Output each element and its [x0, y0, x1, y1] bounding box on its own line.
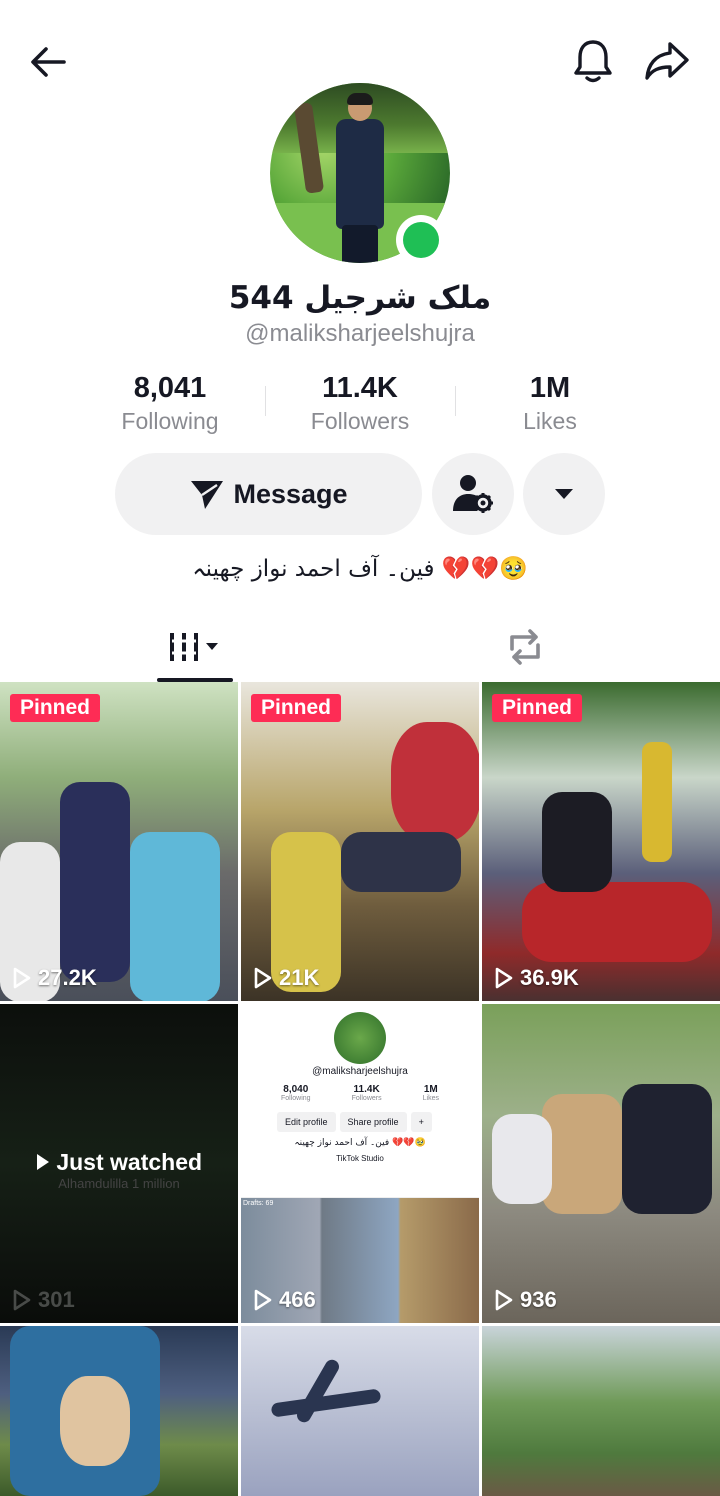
- view-count: 301: [12, 1287, 75, 1313]
- caret-down-icon: [555, 489, 573, 499]
- followers-label: Followers: [310, 408, 410, 434]
- message-button[interactable]: Message: [115, 453, 422, 535]
- profile-actions: Message: [115, 453, 605, 535]
- bio: فین۔ آف احمد نواز چھینہ 💔💔🥹: [192, 556, 528, 582]
- video-thumbnail[interactable]: Pinned 36.9K: [482, 682, 720, 1001]
- just-watched-label: Just watched: [0, 1149, 238, 1176]
- message-button-label: Message: [233, 478, 348, 509]
- play-outline-icon: [495, 967, 513, 989]
- tab-videos[interactable]: [150, 612, 240, 682]
- video-thumbnail[interactable]: [482, 1326, 720, 1496]
- video-thumbnail[interactable]: @maliksharjeelshujra 8,040 Following 11.4…: [241, 1004, 479, 1323]
- followers-count: 11.4K: [322, 372, 398, 404]
- view-count: 21K: [253, 965, 319, 991]
- more-options-button[interactable]: [523, 453, 605, 535]
- content-tabs: [0, 612, 720, 682]
- display-name: ملک شرجیل 544: [228, 280, 492, 316]
- notifications-button[interactable]: [566, 34, 620, 88]
- tab-reposts[interactable]: [480, 612, 570, 682]
- suggested-accounts-button[interactable]: [432, 453, 514, 535]
- play-outline-icon: [13, 967, 31, 989]
- likes-count: 1M: [529, 372, 571, 404]
- view-count: 466: [253, 1287, 316, 1313]
- video-thumbnail[interactable]: [241, 1326, 479, 1496]
- play-outline-icon: [495, 1289, 513, 1311]
- stat-divider: [265, 386, 266, 416]
- username: @maliksharjeelshujra: [245, 320, 475, 347]
- pinned-badge: Pinned: [10, 694, 101, 722]
- paper-plane-icon: [191, 481, 224, 509]
- mini-avatar: [334, 1012, 386, 1064]
- play-icon: [36, 1154, 49, 1170]
- video-grid: Pinned 27.2K Pinned 21K Pinned 36.9K Jus…: [0, 682, 720, 1496]
- view-count: 936: [494, 1287, 557, 1313]
- profile-stats: 8,041 Following 11.4K Followers 1M Likes: [75, 370, 645, 440]
- stat-divider: [455, 386, 456, 416]
- pinned-badge: Pinned: [251, 694, 342, 722]
- grid-bars-icon: [170, 633, 218, 661]
- video-thumbnail[interactable]: Pinned 27.2K: [0, 682, 238, 1001]
- repost-icon: [510, 629, 540, 665]
- view-count: 36.9K: [494, 965, 579, 991]
- video-thumbnail[interactable]: 936: [482, 1004, 720, 1323]
- video-caption: Alhamdulilla 1 million: [58, 1176, 180, 1191]
- video-thumbnail[interactable]: Just watched Alhamdulilla 1 million 301: [0, 1004, 238, 1323]
- following-stat[interactable]: 8,041 Following: [75, 370, 265, 440]
- play-outline-icon: [254, 1289, 272, 1311]
- share-arrow-icon: [645, 42, 689, 80]
- likes-label: Likes: [523, 408, 577, 434]
- followers-stat[interactable]: 11.4K Followers: [265, 370, 455, 440]
- bell-icon: [574, 40, 612, 83]
- profile-screenshot-thumbnail: @maliksharjeelshujra 8,040 Following 11.4…: [241, 1004, 479, 1323]
- play-outline-icon: [13, 1289, 31, 1311]
- pinned-badge: Pinned: [492, 694, 583, 722]
- back-button[interactable]: [22, 36, 74, 88]
- likes-stat: 1M Likes: [455, 370, 645, 440]
- following-count: 8,041: [133, 372, 207, 404]
- online-status-indicator: [396, 215, 446, 265]
- following-label: Following: [121, 408, 219, 434]
- video-thumbnail[interactable]: [0, 1326, 238, 1496]
- view-count: 27.2K: [12, 965, 97, 991]
- arrow-left-icon: [31, 47, 66, 77]
- play-outline-icon: [254, 967, 272, 989]
- video-thumbnail[interactable]: Pinned 21K: [241, 682, 479, 1001]
- person-gear-icon: [453, 475, 493, 513]
- share-button[interactable]: [640, 34, 694, 88]
